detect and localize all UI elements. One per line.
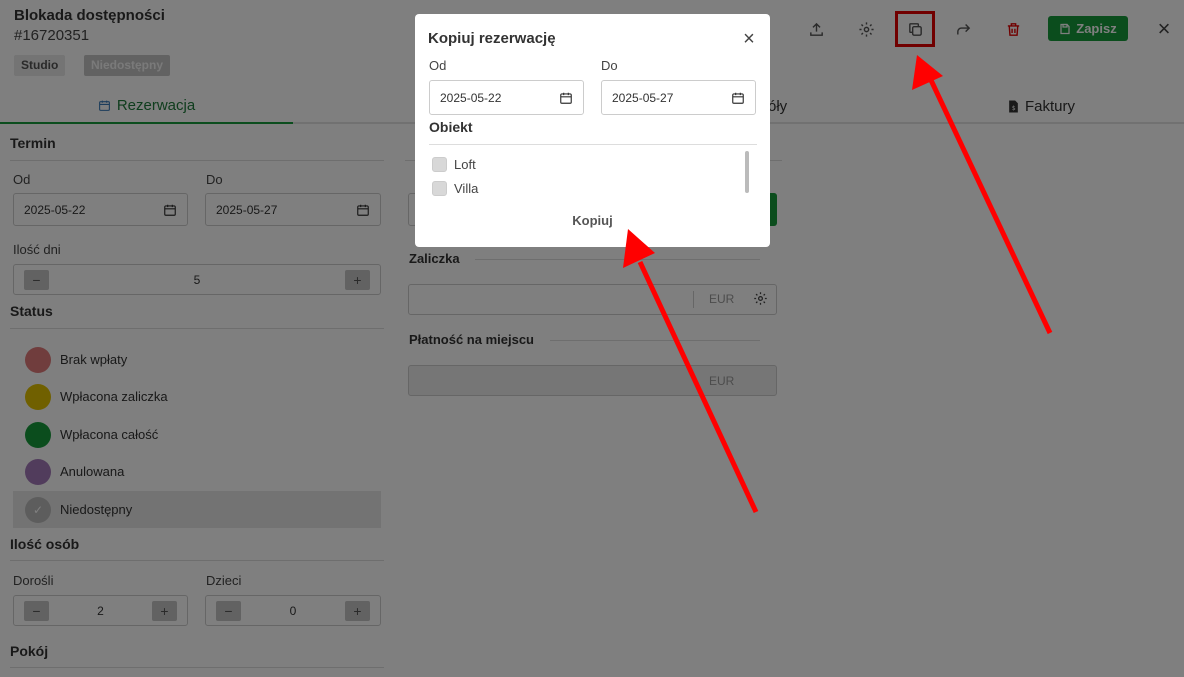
object-heading: Obiekt [429,119,473,135]
calendar-icon [732,92,744,104]
copy-from-date-field[interactable]: 2025-05-22 [429,80,584,115]
checkbox[interactable] [432,156,447,172]
dialog-title: Kopiuj rezerwację [428,30,556,47]
close-icon[interactable]: × [738,28,760,50]
scrollbar[interactable] [745,151,749,193]
object-option-villa[interactable]: Villa [432,179,478,197]
divider [429,144,757,145]
checkbox[interactable] [432,180,447,196]
from-label: Od [429,58,447,73]
calendar-icon [560,92,572,104]
object-option-loft[interactable]: Loft [432,155,476,173]
copy-confirm-button[interactable]: Kopiuj [415,213,770,228]
copy-to-date-field[interactable]: 2025-05-27 [601,80,756,115]
copy-reservation-dialog: Kopiuj rezerwację × Od Do 2025-05-22 202… [415,14,770,247]
to-label: Do [601,58,618,73]
